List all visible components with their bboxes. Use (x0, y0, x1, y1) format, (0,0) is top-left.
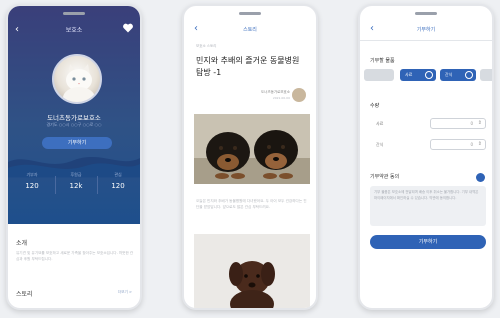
stat-label: 관심 (114, 172, 122, 177)
donate-screen: ‹ 기부하기 기부할 물품 사료 간식 수량 사료 0 ⇕ 간식 0 ⇕ 기부약… (358, 4, 494, 310)
chip-label: 사료 (405, 72, 413, 77)
shelter-address: 경기도 ○○시 ○○구 ○○로 ○○ (46, 122, 102, 127)
intro-heading: 소개 (16, 240, 28, 247)
shelter-name: 도너츠동가로보호소 (47, 114, 101, 122)
phone-notch (63, 12, 85, 15)
donate-submit-button[interactable]: 기부하기 (370, 235, 486, 249)
quantity-stepper[interactable]: 0 ⇕ (430, 139, 486, 150)
story-heading: 스토리 (16, 291, 33, 298)
shelter-avatar (52, 54, 102, 104)
item-chip[interactable] (364, 69, 394, 81)
check-icon (465, 71, 473, 79)
item-chip[interactable] (480, 69, 492, 81)
more-link[interactable]: 더보기 > (118, 290, 132, 295)
stat-value: 12k (69, 182, 83, 190)
stat-label: 후원금 (70, 172, 82, 177)
intro-text: 유기견 및 유기묘를 보호하고 새로운 가족을 찾아주는 보호소입니다. 따뜻한… (16, 251, 134, 261)
item-chip-snack[interactable]: 간식 (440, 69, 476, 81)
consent-label: 기부약관 동의 (370, 174, 400, 180)
screen-title: 스토리 (243, 27, 257, 33)
puppy-photo (194, 234, 310, 308)
author-avatar (292, 88, 306, 102)
quantity-item-name: 간식 (376, 142, 384, 147)
donate-button[interactable]: 기부하기 (42, 137, 112, 149)
item-chip-food[interactable]: 사료 (400, 69, 436, 81)
quantity-label: 수량 (370, 103, 380, 109)
screen-title: 기부하기 (416, 27, 436, 33)
quantity-stepper[interactable]: 0 ⇕ (430, 118, 486, 129)
item-type-label: 기부할 물품 (370, 58, 395, 64)
stat-donors: 기부자 120 (12, 172, 52, 190)
story-author: 도너츠동가로보호소 (261, 90, 290, 94)
stepper-value: 0 (470, 121, 473, 126)
header-divider (360, 40, 492, 41)
story-category: 보호소 스토리 (196, 44, 217, 48)
quantity-item-name: 사료 (376, 121, 384, 126)
consent-checkbox[interactable] (476, 173, 485, 182)
stat-label: 기부자 (26, 172, 38, 177)
story-date: 2021.00.00 (272, 96, 290, 100)
stat-value: 120 (111, 182, 125, 190)
check-icon (425, 71, 433, 79)
screen-title: 보호소 (65, 27, 83, 34)
chip-label: 간식 (445, 72, 453, 77)
stat-value: 120 (25, 182, 39, 190)
puppies-photo (194, 114, 310, 184)
phone-notch (415, 12, 437, 15)
story-screen: ‹ 스토리 보호소 스토리 민지와 추배의 즐거운 동물병원 탐방 -1 도너츠… (182, 4, 318, 310)
stat-interest: 관심 120 (98, 172, 138, 190)
story-title: 민지와 추배의 즐거운 동물병원 탐방 -1 (196, 56, 300, 77)
stepper-value: 0 (470, 142, 473, 147)
shelter-profile-screen: ‹ 보호소 도너츠동가로보호소 경기도 ○○시 ○○구 ○○로 ○○ 기부하기 … (6, 4, 142, 310)
stat-funds: 후원금 12k (56, 172, 96, 190)
consent-terms: 기부 물품은 보호소에 전달되며 배송 이후 취소는 불가합니다. 기부 내역은… (370, 186, 486, 226)
stepper-arrows-icon[interactable]: ⇕ (478, 120, 482, 126)
story-body: 오늘은 민지와 추배가 동물병원에 다녀왔어요. 두 아이 모두 건강하다는 진… (196, 199, 307, 209)
heart-icon[interactable] (122, 22, 134, 34)
stepper-arrows-icon[interactable]: ⇕ (478, 141, 482, 147)
phone-notch (239, 12, 261, 15)
